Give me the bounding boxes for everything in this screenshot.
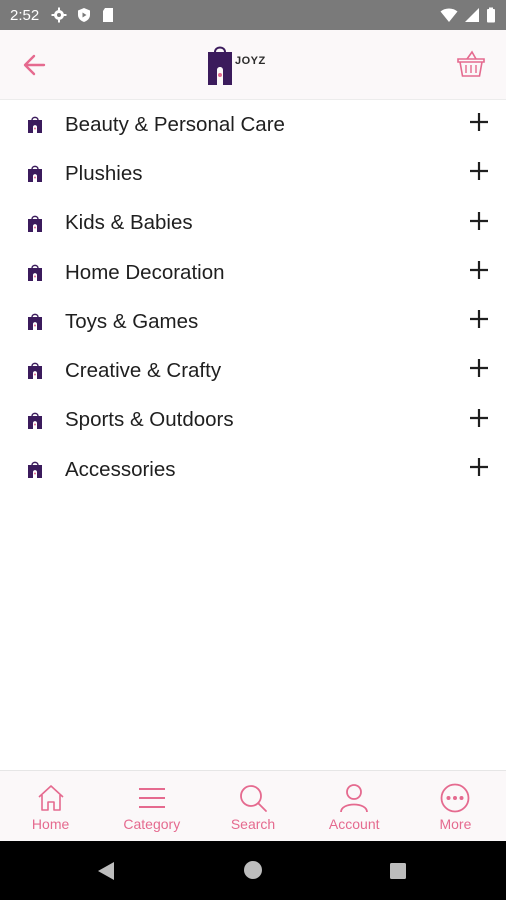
cellular-icon [465, 8, 479, 22]
system-home-icon[interactable] [243, 860, 263, 880]
status-bar: 2:52 [0, 0, 506, 30]
nav-label-category: Category [123, 816, 181, 832]
category-bag-icon [28, 461, 42, 479]
nav-home[interactable]: Home [0, 771, 101, 841]
category-bag-icon [28, 412, 42, 429]
home-icon [38, 785, 64, 811]
category-item-sports-outdoors[interactable]: Sports & Outdoors [0, 396, 506, 445]
expand-plus-icon[interactable] [468, 357, 490, 379]
category-bag-icon [28, 313, 42, 331]
basket-button[interactable] [456, 50, 486, 78]
category-label: Accessories [65, 457, 176, 481]
back-button[interactable] [20, 52, 50, 78]
system-nav-bar [0, 841, 506, 900]
expand-plus-icon[interactable] [468, 456, 490, 478]
category-label: Plushies [65, 161, 143, 185]
category-item-plushies[interactable]: Plushies [0, 149, 506, 198]
shield-icon [78, 8, 91, 22]
category-label: Sports & Outdoors [65, 408, 234, 432]
category-bag-icon [28, 215, 42, 232]
search-icon [240, 785, 267, 812]
wifi-icon [440, 8, 458, 22]
category-item-creative-crafty[interactable]: Creative & Crafty [0, 346, 506, 395]
category-list: Beauty & Personal Care Plushies Kids & B… [0, 100, 506, 494]
account-icon [340, 784, 369, 813]
category-bag-icon [28, 165, 42, 183]
nav-more[interactable]: More [405, 771, 506, 841]
more-icon [441, 783, 470, 813]
back-arrow-icon [23, 54, 46, 76]
category-item-home-decoration[interactable]: Home Decoration [0, 248, 506, 297]
category-item-accessories[interactable]: Accessories [0, 445, 506, 494]
nav-search[interactable]: Search [202, 771, 303, 841]
category-item-beauty-personal-care[interactable]: Beauty & Personal Care [0, 100, 506, 149]
nav-account[interactable]: Account [304, 771, 405, 841]
bottom-nav: Home Category Search Account More [0, 770, 506, 841]
system-recents-icon[interactable] [389, 862, 407, 880]
category-bag-icon [28, 264, 42, 281]
nav-label-home: Home [31, 816, 70, 832]
sd-card-icon [103, 8, 114, 22]
menu-icon [138, 788, 165, 808]
basket-icon [457, 50, 485, 77]
category-label: Toys & Games [65, 309, 199, 333]
battery-icon [487, 7, 495, 23]
expand-plus-icon[interactable] [468, 210, 490, 232]
status-right-icons [440, 7, 496, 23]
app-header: JOYZ [0, 30, 506, 100]
settings-icon [51, 7, 67, 23]
nav-label-more: More [439, 816, 472, 832]
nav-label-account: Account [328, 816, 380, 832]
expand-plus-icon[interactable] [468, 259, 490, 281]
category-label: Home Decoration [65, 260, 225, 284]
expand-plus-icon[interactable] [468, 308, 490, 330]
category-bag-icon [28, 116, 42, 133]
logo-text: JOYZ [235, 55, 266, 67]
expand-plus-icon[interactable] [468, 111, 490, 133]
category-item-kids-babies[interactable]: Kids & Babies [0, 199, 506, 248]
logo: JOYZ [205, 42, 285, 88]
expand-plus-icon[interactable] [468, 407, 490, 429]
system-back-icon[interactable] [96, 860, 116, 882]
category-label: Kids & Babies [65, 211, 193, 235]
nav-label-search: Search [230, 816, 276, 832]
category-item-toys-games[interactable]: Toys & Games [0, 297, 506, 346]
category-label: Beauty & Personal Care [65, 112, 285, 136]
logo-bag-icon [208, 46, 232, 85]
expand-plus-icon[interactable] [468, 160, 490, 182]
status-left-icons [51, 7, 115, 23]
category-label: Creative & Crafty [65, 359, 222, 383]
nav-category[interactable]: Category [101, 771, 202, 841]
status-time: 2:52 [10, 6, 40, 24]
category-bag-icon [28, 363, 42, 380]
